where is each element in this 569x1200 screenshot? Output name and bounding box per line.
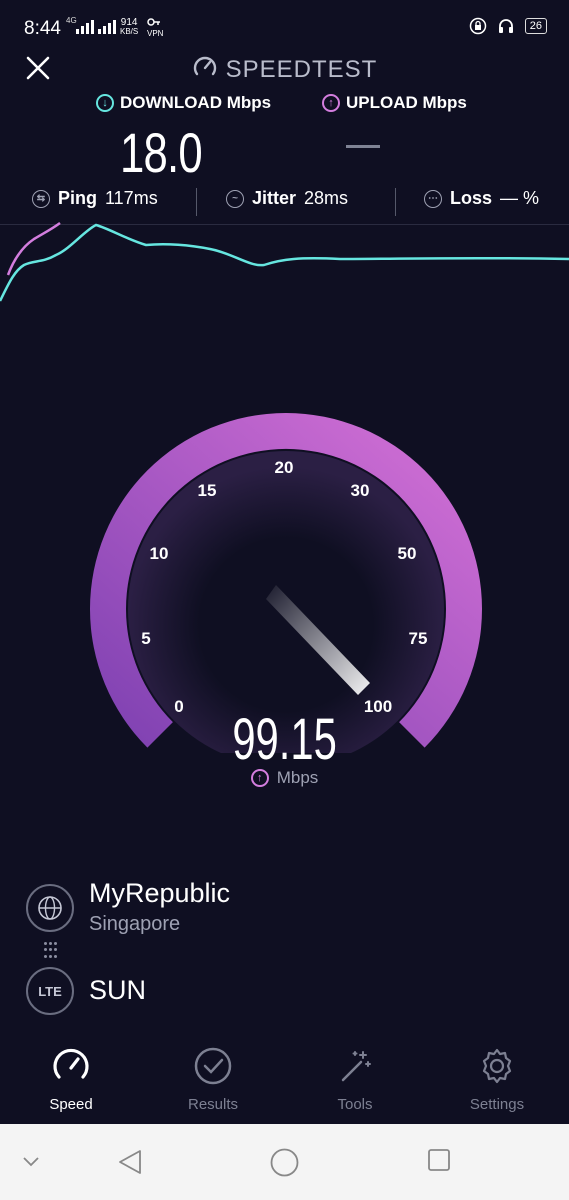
download-graph-line <box>0 223 569 302</box>
gear-icon <box>482 1048 512 1084</box>
divider <box>395 188 396 216</box>
loss-stat: ⋯ Loss — % <box>424 188 539 209</box>
nav-results[interactable]: Results <box>142 1038 284 1113</box>
isp-button[interactable] <box>26 884 74 932</box>
gauge-tick-label: 15 <box>197 481 217 500</box>
nav-label: Speed <box>49 1096 93 1113</box>
upload-arrow-icon: ↑ <box>250 769 269 787</box>
speed-graph <box>0 221 569 302</box>
loss-value: — % <box>500 188 540 208</box>
jitter-stat: ~ Jitter 28ms <box>226 188 348 209</box>
battery-indicator: 26 <box>524 18 547 34</box>
current-speed: 99.15 <box>0 706 569 773</box>
loss-icon: ⋯ <box>424 189 442 208</box>
vpn-label: VPN <box>147 29 164 38</box>
signal-icon <box>76 20 94 34</box>
jitter-icon: ~ <box>226 189 244 208</box>
nav-label: Results <box>187 1096 239 1113</box>
app-title: SPEEDTEST <box>0 54 569 87</box>
speed-unit-label: Mbps <box>276 768 319 787</box>
network-speed-value: 914 <box>120 17 138 28</box>
speedtest-logo-icon <box>192 54 218 87</box>
divider <box>196 188 197 216</box>
jitter-label: Jitter <box>252 188 297 208</box>
download-label: DOWNLOAD Mbps <box>120 93 272 112</box>
jitter-value: 28ms <box>304 188 349 208</box>
network-speed: 914 KB/S <box>120 17 139 37</box>
home-icon[interactable] <box>270 1148 299 1177</box>
gauge-tick-label: 10 <box>149 544 169 563</box>
nav-label: Settings <box>469 1096 525 1113</box>
lock-rotation-icon <box>469 17 486 35</box>
loss-label: Loss <box>450 188 493 208</box>
lte-icon: LTE <box>38 983 62 999</box>
signal-icon <box>98 20 116 34</box>
vpn-indicator: VPN <box>147 17 163 38</box>
recents-icon[interactable] <box>427 1148 451 1172</box>
back-icon[interactable] <box>116 1148 144 1176</box>
current-speed-value: 99.15 <box>232 707 337 772</box>
gauge-tick-label: 20 <box>274 458 294 477</box>
connector-dots <box>44 942 57 958</box>
isp-location: Singapore <box>89 913 181 935</box>
nav-tools[interactable]: Tools <box>284 1038 426 1113</box>
chevron-down-icon[interactable] <box>22 1156 40 1168</box>
download-header: ↓ DOWNLOAD Mbps <box>96 93 271 113</box>
carrier-name: SUN <box>89 975 147 1005</box>
nav-label: Tools <box>337 1096 373 1113</box>
network-type-button[interactable]: LTE <box>26 967 74 1015</box>
upload-header: ↑ UPLOAD Mbps <box>322 93 467 113</box>
ping-label: Ping <box>58 188 97 208</box>
bottom-nav: Speed Results Tools Settings <box>0 1038 569 1124</box>
gauge-tick-label: 30 <box>350 481 370 500</box>
ping-icon: ⇆ <box>32 189 50 208</box>
gauge-tick-label: 5 <box>141 629 151 648</box>
status-bar: 8:44 4G 914 KB/S VPN 26 <box>0 0 569 52</box>
download-value: 18.0 <box>120 121 203 184</box>
speed-unit: ↑ Mbps <box>0 768 569 788</box>
upload-value-placeholder <box>346 145 380 148</box>
app-title-text: SPEEDTEST <box>225 56 378 83</box>
download-arrow-icon: ↓ <box>96 94 114 112</box>
upload-arrow-icon: ↑ <box>322 94 340 112</box>
key-icon <box>147 18 160 26</box>
globe-icon <box>38 896 62 920</box>
nav-speed[interactable]: Speed <box>0 1038 142 1113</box>
magic-wand-icon <box>341 1051 371 1082</box>
gauge-tick-label: 50 <box>397 544 417 563</box>
nav-settings[interactable]: Settings <box>426 1038 568 1113</box>
headphones-icon <box>498 19 513 33</box>
upload-graph-line <box>6 221 61 276</box>
gauge-icon <box>53 1048 89 1079</box>
ping-value: 117ms <box>105 188 158 208</box>
status-time: 8:44 <box>24 18 61 39</box>
network-speed-unit: KB/S <box>120 27 139 36</box>
isp-name: MyRepublic <box>89 878 231 908</box>
upload-label: UPLOAD Mbps <box>346 93 467 112</box>
ping-stat: ⇆ Ping 117ms <box>32 188 158 209</box>
gauge-tick-label: 75 <box>408 629 428 648</box>
system-nav-bar <box>0 1124 569 1200</box>
stats-row: ⇆ Ping 117ms ~ Jitter 28ms ⋯ Loss — % <box>0 188 569 216</box>
check-circle-icon <box>194 1047 232 1085</box>
